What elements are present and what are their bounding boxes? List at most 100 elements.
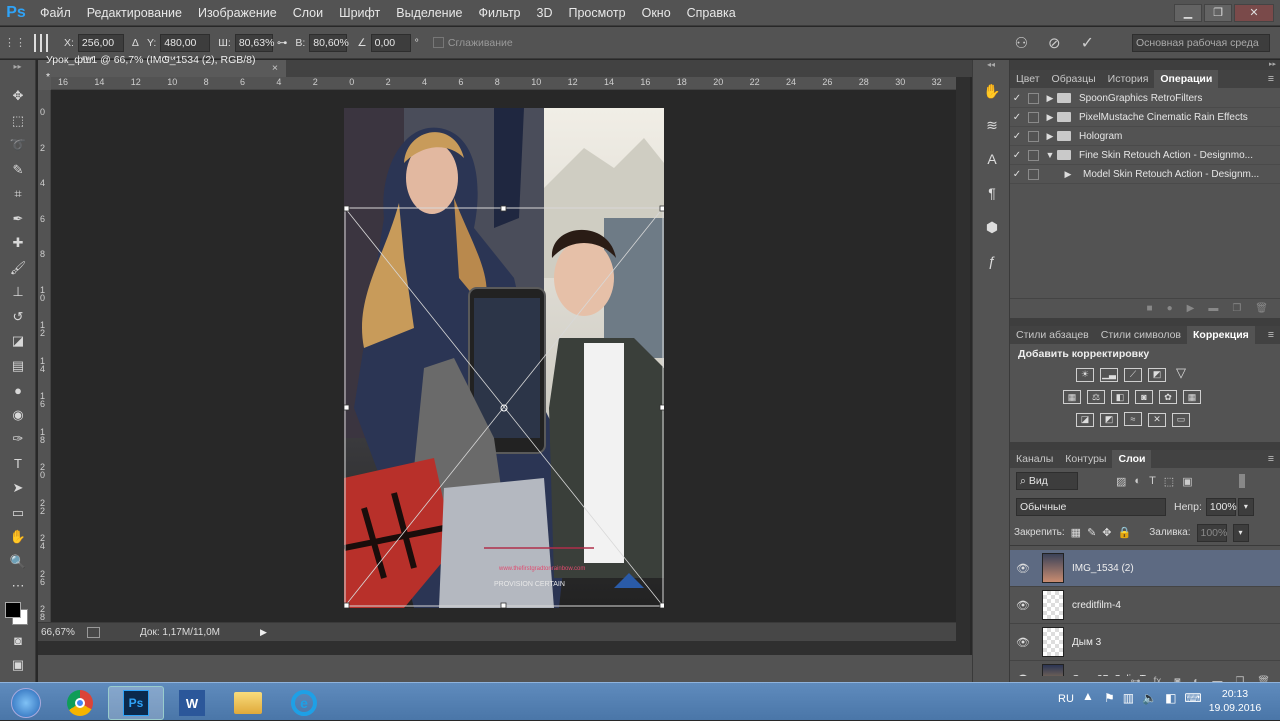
word-taskbar-button[interactable]: W — [164, 686, 220, 720]
filter-type-icon[interactable]: T — [1149, 475, 1156, 487]
photoshop-taskbar-button[interactable]: Ps — [108, 686, 164, 720]
color-swatches[interactable] — [0, 599, 36, 629]
menu-item[interactable]: Изображение — [190, 0, 285, 26]
vertical-scrollbar[interactable] — [956, 77, 970, 655]
brush-tool-icon[interactable]: 🖌 — [0, 256, 36, 281]
action-item[interactable]: ✓ ▼ Fine Skin Retouch Action - Designmo... — [1010, 146, 1280, 165]
status-expand-icon[interactable]: ▶ — [260, 627, 267, 638]
panel-tab[interactable]: Образцы — [1046, 70, 1102, 88]
expand-arrow-icon[interactable]: ▶ — [1061, 169, 1075, 180]
filter-smart-icon[interactable]: ▣ — [1182, 475, 1192, 488]
collapse-arrow-icon[interactable]: ▼ — [1043, 150, 1057, 160]
tray-volume-icon[interactable]: ◧ — [1165, 691, 1176, 705]
color-balance-icon[interactable]: ⚖ — [1087, 390, 1105, 404]
horizontal-scrollbar[interactable] — [38, 641, 956, 655]
levels-icon[interactable]: ▁▃ — [1100, 367, 1118, 382]
action-enabled-check-icon[interactable]: ✓ — [1010, 131, 1024, 142]
action-item[interactable]: ✓ ▶ SpoonGraphics RetroFilters — [1010, 89, 1280, 108]
lock-position-icon[interactable]: ✥ — [1102, 526, 1111, 539]
shape-tool-icon[interactable]: ▭ — [0, 501, 36, 526]
opacity-dropdown-icon[interactable]: ▾ — [1237, 498, 1254, 516]
lock-pixels-icon[interactable]: ▦ — [1071, 526, 1081, 539]
document-tab-close-icon[interactable]: × — [272, 60, 278, 77]
expand-arrow-icon[interactable]: ▶ — [1043, 112, 1057, 123]
menu-item[interactable]: Справка — [679, 0, 744, 26]
more-tools-icon[interactable]: ⋯ — [0, 574, 36, 599]
invert-icon[interactable]: ◪ — [1076, 412, 1094, 427]
panel-tab[interactable]: Слои — [1112, 450, 1152, 468]
panel-tab[interactable]: История — [1102, 70, 1155, 88]
layer-visibility-eye-icon[interactable]: 👁 — [1010, 636, 1036, 649]
photo-filter-icon[interactable]: ◙ — [1135, 389, 1153, 404]
minimize-button[interactable]: ▁ — [1174, 3, 1202, 22]
character-panel-icon[interactable]: A — [973, 142, 1011, 176]
path-select-tool-icon[interactable]: ➤ — [0, 476, 36, 501]
selective-color-icon[interactable]: ✕ — [1148, 412, 1166, 427]
action-item[interactable]: ✓ ▶ Hologram — [1010, 127, 1280, 146]
menu-item[interactable]: Шрифт — [331, 0, 388, 26]
layer-filter-select[interactable]: ⌕ Вид — [1016, 472, 1078, 490]
panel-menu-icon[interactable]: ≡ — [1262, 70, 1280, 88]
posterize-icon[interactable]: ◩ — [1100, 412, 1118, 427]
layer-row[interactable]: 👁 creditfilm-4 — [1010, 587, 1280, 624]
reference-point-icon[interactable] — [34, 33, 52, 52]
brush-panel-icon[interactable]: ≋ — [973, 108, 1011, 142]
commit-transform-icon[interactable]: ✓ — [1081, 33, 1094, 53]
layer-name[interactable]: Дым 3 — [1072, 637, 1101, 648]
tray-action-center-icon[interactable]: ⚑ — [1104, 691, 1115, 705]
layer-name[interactable]: creditfilm-4 — [1072, 600, 1121, 611]
channel-mixer-icon[interactable]: ✿ — [1159, 390, 1177, 404]
layer-row[interactable]: 👁 Дым 3 — [1010, 624, 1280, 661]
3d-panel-icon[interactable]: ⬢ — [973, 210, 1011, 244]
cancel-transform-icon[interactable]: ⊘ — [1048, 34, 1061, 52]
tools-collapse-icon[interactable]: ▸▸ — [0, 60, 35, 84]
workspace-select[interactable]: Основная рабочая среда — [1132, 34, 1270, 52]
tray-speaker-icon[interactable]: 🔈 — [1142, 691, 1157, 705]
filter-pixel-icon[interactable]: ▨ — [1116, 475, 1126, 488]
clone-stamp-tool-icon[interactable]: ⊥ — [0, 280, 36, 305]
delta-icon[interactable]: Δ — [132, 37, 139, 49]
dock-collapse-icon[interactable]: ▸▸ — [1010, 60, 1280, 70]
angle-field[interactable]: 0,00 — [370, 33, 411, 52]
lock-paint-icon[interactable]: ✎ — [1087, 526, 1096, 539]
lasso-tool-icon[interactable]: ➰ — [0, 133, 36, 158]
expand-arrow-icon[interactable]: ▶ — [1043, 131, 1057, 142]
action-dialog-toggle[interactable] — [1028, 111, 1039, 123]
history-panel-icon[interactable]: ✋ — [973, 74, 1011, 108]
blur-tool-icon[interactable]: ● — [0, 378, 36, 403]
brightness-icon[interactable]: ☀ — [1076, 367, 1094, 382]
healing-brush-tool-icon[interactable]: ✚ — [0, 231, 36, 256]
lock-all-icon[interactable]: 🔒 — [1118, 526, 1132, 539]
screen-mode-icon[interactable]: ▣ — [0, 653, 36, 678]
menu-item[interactable]: Окно — [634, 0, 679, 26]
color-lookup-icon[interactable]: ▦ — [1183, 390, 1201, 404]
menu-item[interactable]: Просмотр — [561, 0, 634, 26]
chrome-taskbar-button[interactable] — [52, 686, 108, 720]
menu-item[interactable]: Слои — [285, 0, 331, 26]
action-enabled-check-icon[interactable]: ✓ — [1010, 150, 1024, 161]
layer-visibility-eye-icon[interactable]: 👁 — [1010, 673, 1036, 677]
expand-arrow-icon[interactable]: ▶ — [1043, 93, 1057, 104]
filter-shape-icon[interactable]: ⬚ — [1164, 475, 1174, 488]
exposure-icon[interactable]: ◩ — [1148, 367, 1166, 382]
record-action-icon[interactable]: ● — [1167, 303, 1173, 314]
y-field[interactable]: 480,00 пи — [160, 33, 211, 65]
action-dialog-toggle[interactable] — [1028, 149, 1039, 161]
height-field[interactable]: 80,60% — [309, 33, 349, 52]
explorer-taskbar-button[interactable] — [220, 686, 276, 720]
action-item[interactable]: ✓ ▶ Model Skin Retouch Action - Designm... — [1010, 165, 1280, 184]
foreground-color-swatch[interactable] — [5, 601, 21, 618]
quick-select-tool-icon[interactable]: ✎ — [0, 158, 36, 183]
stop-action-icon[interactable]: ■ — [1147, 303, 1153, 314]
opacity-field[interactable]: 100% — [1205, 498, 1237, 516]
zoom-level[interactable]: 66,67% — [41, 627, 87, 638]
action-enabled-check-icon[interactable]: ✓ — [1010, 112, 1024, 123]
warp-icon[interactable]: ⚇ — [1015, 34, 1028, 52]
curves-icon[interactable]: ⟋ — [1124, 367, 1142, 382]
gradient-tool-icon[interactable]: ▤ — [0, 354, 36, 379]
new-action-icon[interactable]: ❐ — [1232, 303, 1241, 314]
menu-item[interactable]: 3D — [529, 0, 561, 26]
panel-menu-icon[interactable]: ≡ — [1262, 326, 1280, 344]
menu-item[interactable]: Редактирование — [79, 0, 190, 26]
document-tab[interactable]: Урок_фш1 @ 66,7% (IMG_1534 (2), RGB/8) *… — [38, 54, 286, 83]
